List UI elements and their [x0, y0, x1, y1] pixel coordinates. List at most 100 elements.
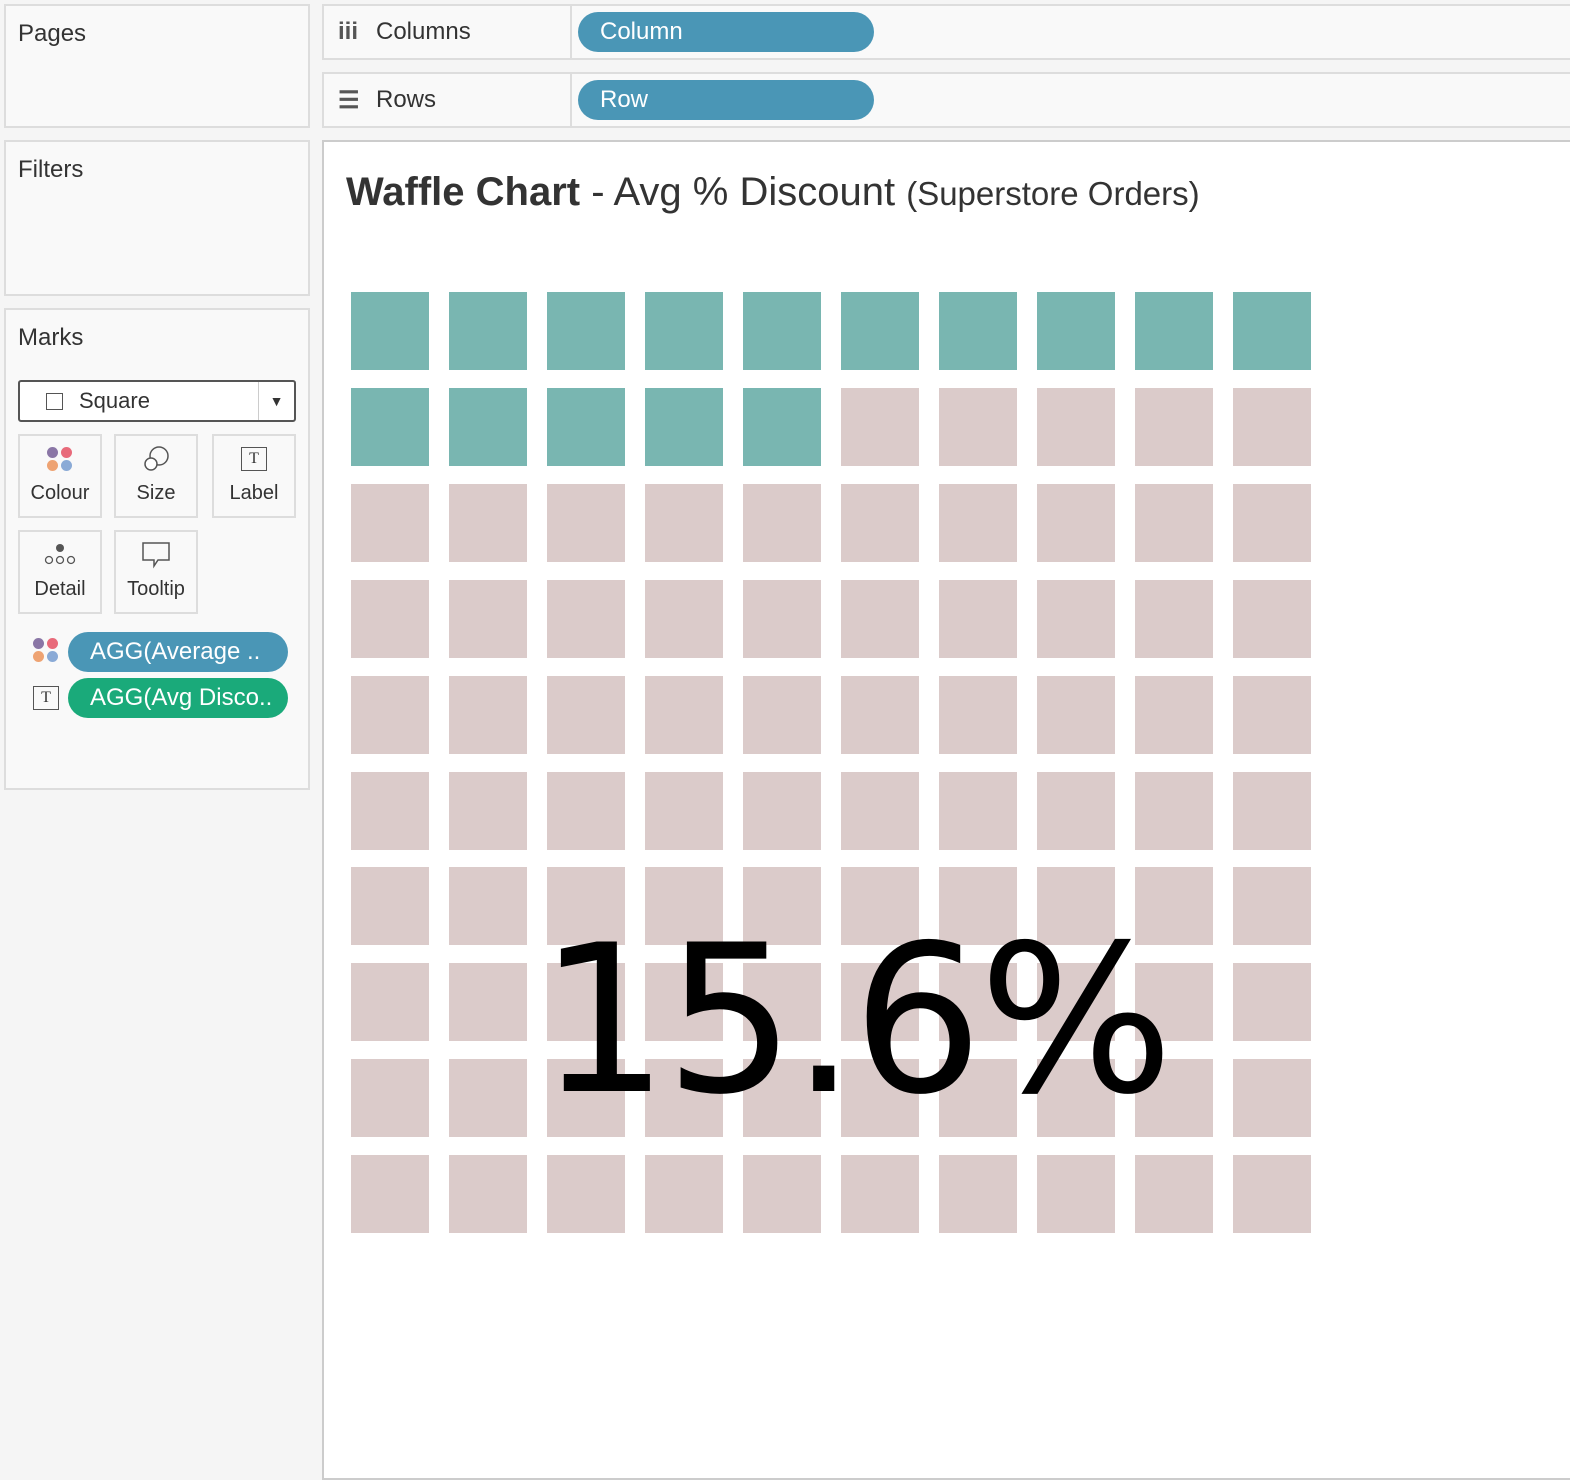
chart-view: Waffle Chart - Avg % Discount (Superstor… [322, 140, 1570, 1480]
detail-icon [44, 544, 76, 565]
waffle-cell-empty[interactable] [743, 771, 821, 850]
waffle-cell-empty[interactable] [547, 579, 625, 658]
waffle-cell-empty[interactable] [1037, 771, 1115, 850]
columns-shelf[interactable]: iii Columns Column [322, 4, 1570, 60]
waffle-cell-empty[interactable] [841, 675, 919, 754]
value-label: 15.6% [538, 902, 1173, 1140]
colour-button[interactable]: Colour [18, 434, 102, 518]
waffle-cell-empty[interactable] [743, 1155, 821, 1234]
waffle-cell-empty[interactable] [743, 675, 821, 754]
label-button[interactable]: T Label [212, 434, 296, 518]
marks-title: Marks [18, 324, 84, 351]
waffle-cell-empty[interactable] [547, 1155, 625, 1234]
waffle-cell-empty[interactable] [449, 579, 527, 658]
waffle-cell-empty[interactable] [645, 579, 723, 658]
detail-button[interactable]: Detail [18, 530, 102, 614]
waffle-cell-empty[interactable] [1037, 579, 1115, 658]
waffle-cell-filled[interactable] [449, 387, 527, 466]
tooltip-icon [142, 542, 170, 569]
waffle-cell-empty[interactable] [1037, 1155, 1115, 1234]
waffle-cell-empty[interactable] [645, 675, 723, 754]
waffle-cell-empty[interactable] [547, 771, 625, 850]
detail-label: Detail [34, 578, 86, 600]
waffle-cell-empty[interactable] [351, 771, 429, 850]
waffle-cell-empty[interactable] [1037, 675, 1115, 754]
waffle-cell-empty[interactable] [547, 483, 625, 562]
waffle-cell-empty[interactable] [1135, 483, 1213, 562]
waffle-cell-empty[interactable] [1135, 579, 1213, 658]
waffle-cell-empty[interactable] [1233, 675, 1311, 754]
waffle-cell-empty[interactable] [939, 483, 1017, 562]
rows-label: Rows [376, 86, 437, 113]
waffle-cell-filled[interactable] [743, 292, 821, 370]
waffle-cell-empty[interactable] [547, 675, 625, 754]
waffle-cell-empty[interactable] [939, 579, 1017, 658]
waffle-cell-filled[interactable] [743, 387, 821, 466]
mark-type-dropdown[interactable]: Square ▼ [18, 380, 296, 422]
waffle-cell-empty[interactable] [939, 771, 1017, 850]
waffle-cell-empty[interactable] [449, 483, 527, 562]
waffle-cell-empty[interactable] [351, 675, 429, 754]
waffle-cell-empty[interactable] [351, 579, 429, 658]
waffle-cell-empty[interactable] [1233, 387, 1311, 466]
waffle-cell-empty[interactable] [1233, 1155, 1311, 1234]
waffle-cell-empty[interactable] [939, 387, 1017, 466]
waffle-cell-filled[interactable] [547, 292, 625, 370]
waffle-cell-empty[interactable] [1233, 771, 1311, 850]
pages-title: Pages [18, 20, 87, 47]
waffle-cell-empty[interactable] [841, 771, 919, 850]
waffle-cell-empty[interactable] [1037, 483, 1115, 562]
waffle-cell-empty[interactable] [1233, 483, 1311, 562]
waffle-cell-filled[interactable] [351, 387, 429, 466]
waffle-cell-empty[interactable] [645, 1155, 723, 1234]
waffle-cell-filled[interactable] [645, 292, 723, 370]
waffle-cell-empty[interactable] [351, 1155, 429, 1234]
waffle-cell-empty[interactable] [449, 675, 527, 754]
waffle-cell-empty[interactable] [841, 387, 919, 466]
waffle-cell-filled[interactable] [351, 292, 429, 370]
waffle-cell-filled[interactable] [449, 292, 527, 370]
waffle-cell-empty[interactable] [645, 483, 723, 562]
size-icon [144, 446, 169, 471]
waffle-cell-filled[interactable] [645, 387, 723, 466]
colour-field-pill[interactable]: AGG(Average .. [68, 632, 288, 672]
rows-icon: ☰ [338, 86, 360, 114]
waffle-cell-empty[interactable] [1135, 771, 1213, 850]
waffle-cell-empty[interactable] [743, 483, 821, 562]
waffle-cell-filled[interactable] [547, 387, 625, 466]
columns-icon: iii [338, 18, 359, 45]
colour-icon [47, 447, 73, 471]
waffle-cell-empty[interactable] [939, 675, 1017, 754]
size-button[interactable]: Size [114, 434, 198, 518]
waffle-cell-empty[interactable] [1135, 675, 1213, 754]
waffle-cell-empty[interactable] [1135, 387, 1213, 466]
waffle-cell-empty[interactable] [841, 579, 919, 658]
waffle-cell-empty[interactable] [449, 1155, 527, 1234]
waffle-cell-empty[interactable] [351, 483, 429, 562]
label-field-pill[interactable]: AGG(Avg Disco.. [68, 678, 288, 718]
chart-title: Waffle Chart - Avg % Discount (Superstor… [346, 170, 1200, 214]
colour-field-icon [33, 638, 59, 662]
waffle-cell-filled[interactable] [841, 292, 919, 370]
tooltip-button[interactable]: Tooltip [114, 530, 198, 614]
filters-card[interactable]: Filters [4, 140, 310, 296]
rows-shelf[interactable]: ☰ Rows Row [322, 72, 1570, 128]
waffle-cell-empty[interactable] [939, 1155, 1017, 1234]
waffle-cell-filled[interactable] [1233, 292, 1311, 370]
waffle-cell-empty[interactable] [743, 579, 821, 658]
waffle-cell-empty[interactable] [841, 483, 919, 562]
waffle-cell-empty[interactable] [1037, 387, 1115, 466]
waffle-cell-filled[interactable] [1135, 292, 1213, 370]
waffle-cell-empty[interactable] [645, 771, 723, 850]
waffle-cell-empty[interactable] [1135, 1155, 1213, 1234]
waffle-cell-empty[interactable] [449, 771, 527, 850]
size-label: Size [136, 482, 176, 504]
label-icon: T [241, 447, 267, 471]
waffle-cell-filled[interactable] [1037, 292, 1115, 370]
waffle-cell-empty[interactable] [1233, 579, 1311, 658]
waffle-cell-empty[interactable] [841, 1155, 919, 1234]
label-label: Label [229, 482, 279, 504]
column-pill[interactable]: Column [578, 12, 874, 52]
waffle-cell-filled[interactable] [939, 292, 1017, 370]
row-pill[interactable]: Row [578, 80, 874, 120]
